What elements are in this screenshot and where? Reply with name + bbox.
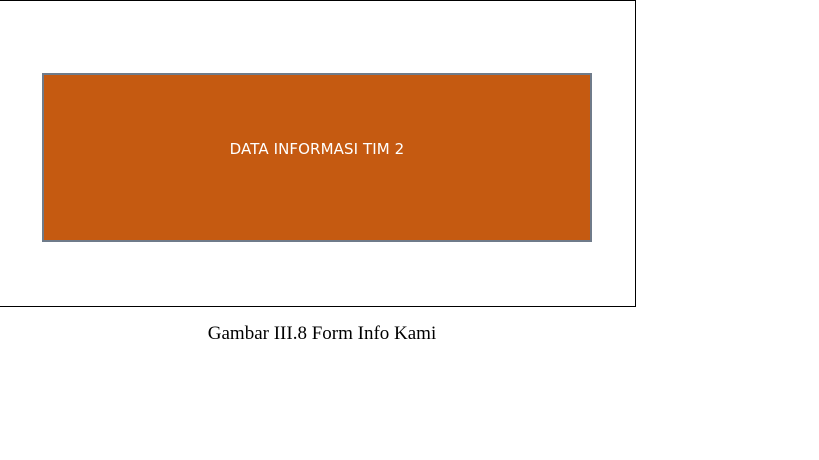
- team-info-panel: DATA INFORMASI TIM 2: [42, 73, 592, 242]
- figure-caption: Gambar III.8 Form Info Kami: [207, 323, 437, 344]
- form-mockup-frame: DATA INFORMASI TIM 2: [0, 0, 636, 307]
- team-info-label: DATA INFORMASI TIM 2: [229, 139, 405, 158]
